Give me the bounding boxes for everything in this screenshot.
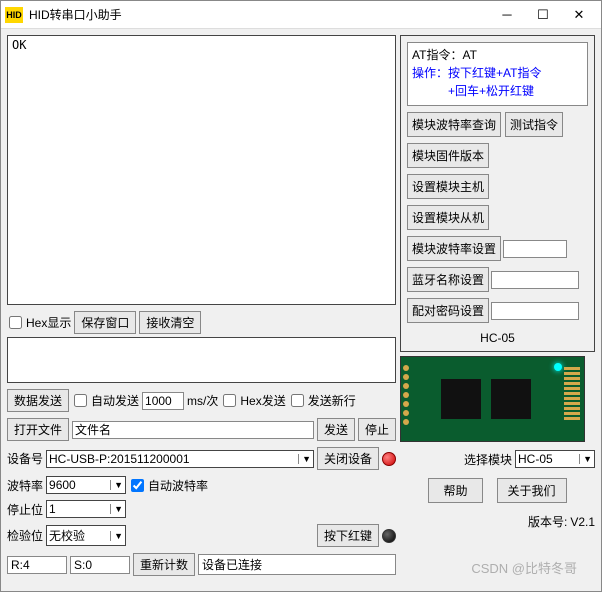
query-baud-button[interactable]: 模块波特率查询: [407, 112, 501, 137]
rx-count: R:4: [7, 556, 67, 574]
app-window: HID HID转串口小助手 ─ ☐ ✕ OK Hex显示 保存窗口 接收清空 数…: [0, 0, 602, 592]
chevron-down-icon: ▼: [110, 531, 123, 541]
select-module-dropdown[interactable]: HC-05 ▼: [515, 450, 595, 468]
at-command-panel: AT指令：AT 操作：按下红键+AT指令 +回车+松开红键 模块波特率查询 测试…: [400, 35, 595, 352]
titlebar: HID HID转串口小助手 ─ ☐ ✕: [1, 1, 601, 29]
stopbit-label: 停止位: [7, 501, 43, 518]
baud-label: 波特率: [7, 477, 43, 494]
help-button[interactable]: 帮助: [428, 478, 482, 503]
clear-receive-button[interactable]: 接收清空: [139, 311, 201, 334]
device-label: 设备号: [7, 450, 43, 467]
op-text-2: +回车+松开红键: [448, 84, 534, 98]
hex-display-label: Hex显示: [26, 314, 71, 331]
close-device-button[interactable]: 关闭设备: [317, 447, 379, 470]
baud-value: 9600: [49, 478, 76, 492]
version-label: 版本号:: [528, 513, 567, 530]
set-master-button[interactable]: 设置模块主机: [407, 174, 489, 199]
send-textarea[interactable]: [7, 337, 396, 383]
send-newline-checkbox[interactable]: 发送新行: [289, 392, 356, 409]
open-file-button[interactable]: 打开文件: [7, 418, 69, 441]
op-text-1: 按下红键+AT指令: [448, 66, 541, 80]
chevron-down-icon: ▼: [579, 454, 592, 464]
auto-baud-label: 自动波特率: [148, 477, 208, 494]
bt-name-button[interactable]: 蓝牙名称设置: [407, 267, 489, 292]
pair-pwd-input[interactable]: [491, 302, 579, 320]
pair-pwd-button[interactable]: 配对密码设置: [407, 298, 489, 323]
baud-set-input[interactable]: [503, 240, 567, 258]
stopbit-value: 1: [49, 502, 56, 516]
minimize-button[interactable]: ─: [489, 3, 525, 27]
hex-display-checkbox[interactable]: Hex显示: [7, 314, 71, 331]
parity-value: 无校验: [49, 527, 85, 544]
select-module-value: HC-05: [518, 452, 553, 466]
reset-count-button[interactable]: 重新计数: [133, 553, 195, 576]
stopbit-dropdown[interactable]: 1 ▼: [46, 500, 126, 518]
parity-dropdown[interactable]: 无校验 ▼: [46, 525, 126, 546]
auto-send-checkbox[interactable]: 自动发送: [72, 392, 139, 409]
red-key-led-icon: [382, 529, 396, 543]
maximize-button[interactable]: ☐: [525, 3, 561, 27]
hex-send-checkbox[interactable]: Hex发送: [221, 392, 285, 409]
chevron-down-icon: ▼: [110, 480, 123, 490]
window-title: HID转串口小助手: [29, 6, 489, 23]
parity-label: 检验位: [7, 527, 43, 544]
device-value: HC-USB-P:201511200001: [49, 452, 190, 466]
firmware-button[interactable]: 模块固件版本: [407, 143, 489, 168]
close-button[interactable]: ✕: [561, 3, 597, 27]
version-value: V2.1: [570, 515, 595, 529]
stop-button[interactable]: 停止: [358, 418, 396, 441]
interval-unit-label: ms/次: [187, 392, 218, 409]
app-icon: HID: [5, 7, 23, 23]
baud-dropdown[interactable]: 9600 ▼: [46, 476, 126, 494]
at-cmd-value: AT: [462, 48, 476, 62]
test-cmd-button[interactable]: 测试指令: [505, 112, 563, 137]
auto-send-label: 自动发送: [91, 392, 139, 409]
data-send-button[interactable]: 数据发送: [7, 389, 69, 412]
tx-count: S:0: [70, 556, 130, 574]
chevron-down-icon: ▼: [298, 454, 311, 464]
send-newline-label: 发送新行: [308, 392, 356, 409]
interval-input[interactable]: [142, 392, 184, 410]
set-slave-button[interactable]: 设置模块从机: [407, 205, 489, 230]
at-info-box: AT指令：AT 操作：按下红键+AT指令 +回车+松开红键: [407, 42, 588, 106]
set-baud-button[interactable]: 模块波特率设置: [407, 236, 501, 261]
save-window-button[interactable]: 保存窗口: [74, 311, 136, 334]
about-button[interactable]: 关于我们: [497, 478, 567, 503]
select-module-label: 选择模块: [464, 451, 512, 468]
at-cmd-label: AT指令：: [412, 48, 462, 62]
send-file-button[interactable]: 发送: [317, 418, 355, 441]
device-dropdown[interactable]: HC-USB-P:201511200001 ▼: [46, 450, 314, 468]
connection-status: 设备已连接: [198, 554, 396, 575]
chevron-down-icon: ▼: [110, 504, 123, 514]
auto-baud-checkbox[interactable]: 自动波特率: [129, 477, 208, 494]
press-red-button[interactable]: 按下红键: [317, 524, 379, 547]
device-led-icon: [382, 452, 396, 466]
filename-input[interactable]: [72, 421, 314, 439]
module-name: HC-05: [407, 331, 588, 345]
op-label: 操作：: [412, 66, 448, 80]
bt-name-input[interactable]: [491, 271, 579, 289]
hex-send-label: Hex发送: [240, 392, 285, 409]
module-pcb-image: [400, 356, 585, 442]
receive-textarea[interactable]: OK: [7, 35, 396, 305]
